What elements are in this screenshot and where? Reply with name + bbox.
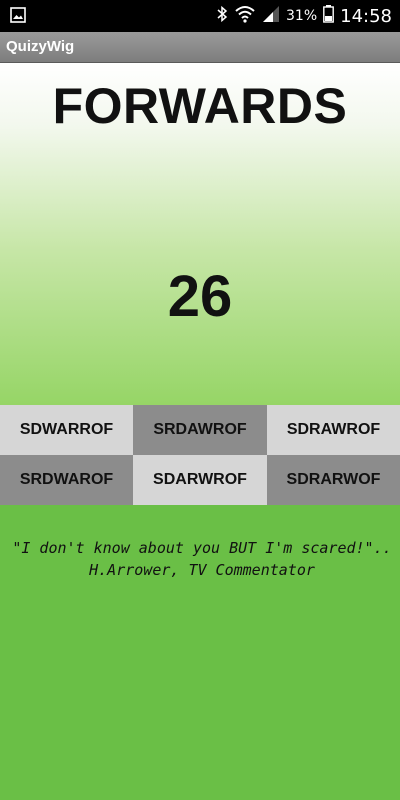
answer-button-3[interactable]: SDRAWROF — [267, 405, 400, 455]
answer-button-6[interactable]: SDRARWOF — [267, 455, 400, 505]
answer-button-4[interactable]: SRDWAROF — [0, 455, 133, 505]
clock: 14:58 — [340, 5, 392, 27]
question-word: FORWARDS — [52, 78, 348, 134]
action-bar: QuizyWig — [0, 32, 400, 63]
answer-grid: SDWARROF SRDAWROF SDRAWROF SRDWAROF SDAR… — [0, 405, 400, 505]
bluetooth-icon — [216, 5, 228, 27]
answer-button-2[interactable]: SRDAWROF — [133, 405, 267, 455]
question-panel: FORWARDS 26 — [0, 63, 400, 405]
quiz-screen: FORWARDS 26 SDWARROF SRDAWROF SDRAWROF S… — [0, 63, 400, 800]
signal-icon — [262, 5, 280, 27]
battery-percent: 31% — [286, 8, 318, 24]
quote-text: "I don't know about you BUT I'm scared!"… — [12, 539, 392, 579]
answer-button-1[interactable]: SDWARROF — [0, 405, 133, 455]
wifi-icon — [234, 5, 256, 27]
answer-button-5[interactable]: SDARWROF — [133, 455, 267, 505]
status-bar: 31% 14:58 — [0, 0, 400, 32]
gallery-icon — [10, 7, 26, 23]
app-title: QuizyWig — [6, 38, 75, 55]
battery-icon — [323, 5, 335, 27]
score-counter: 26 — [167, 264, 233, 329]
